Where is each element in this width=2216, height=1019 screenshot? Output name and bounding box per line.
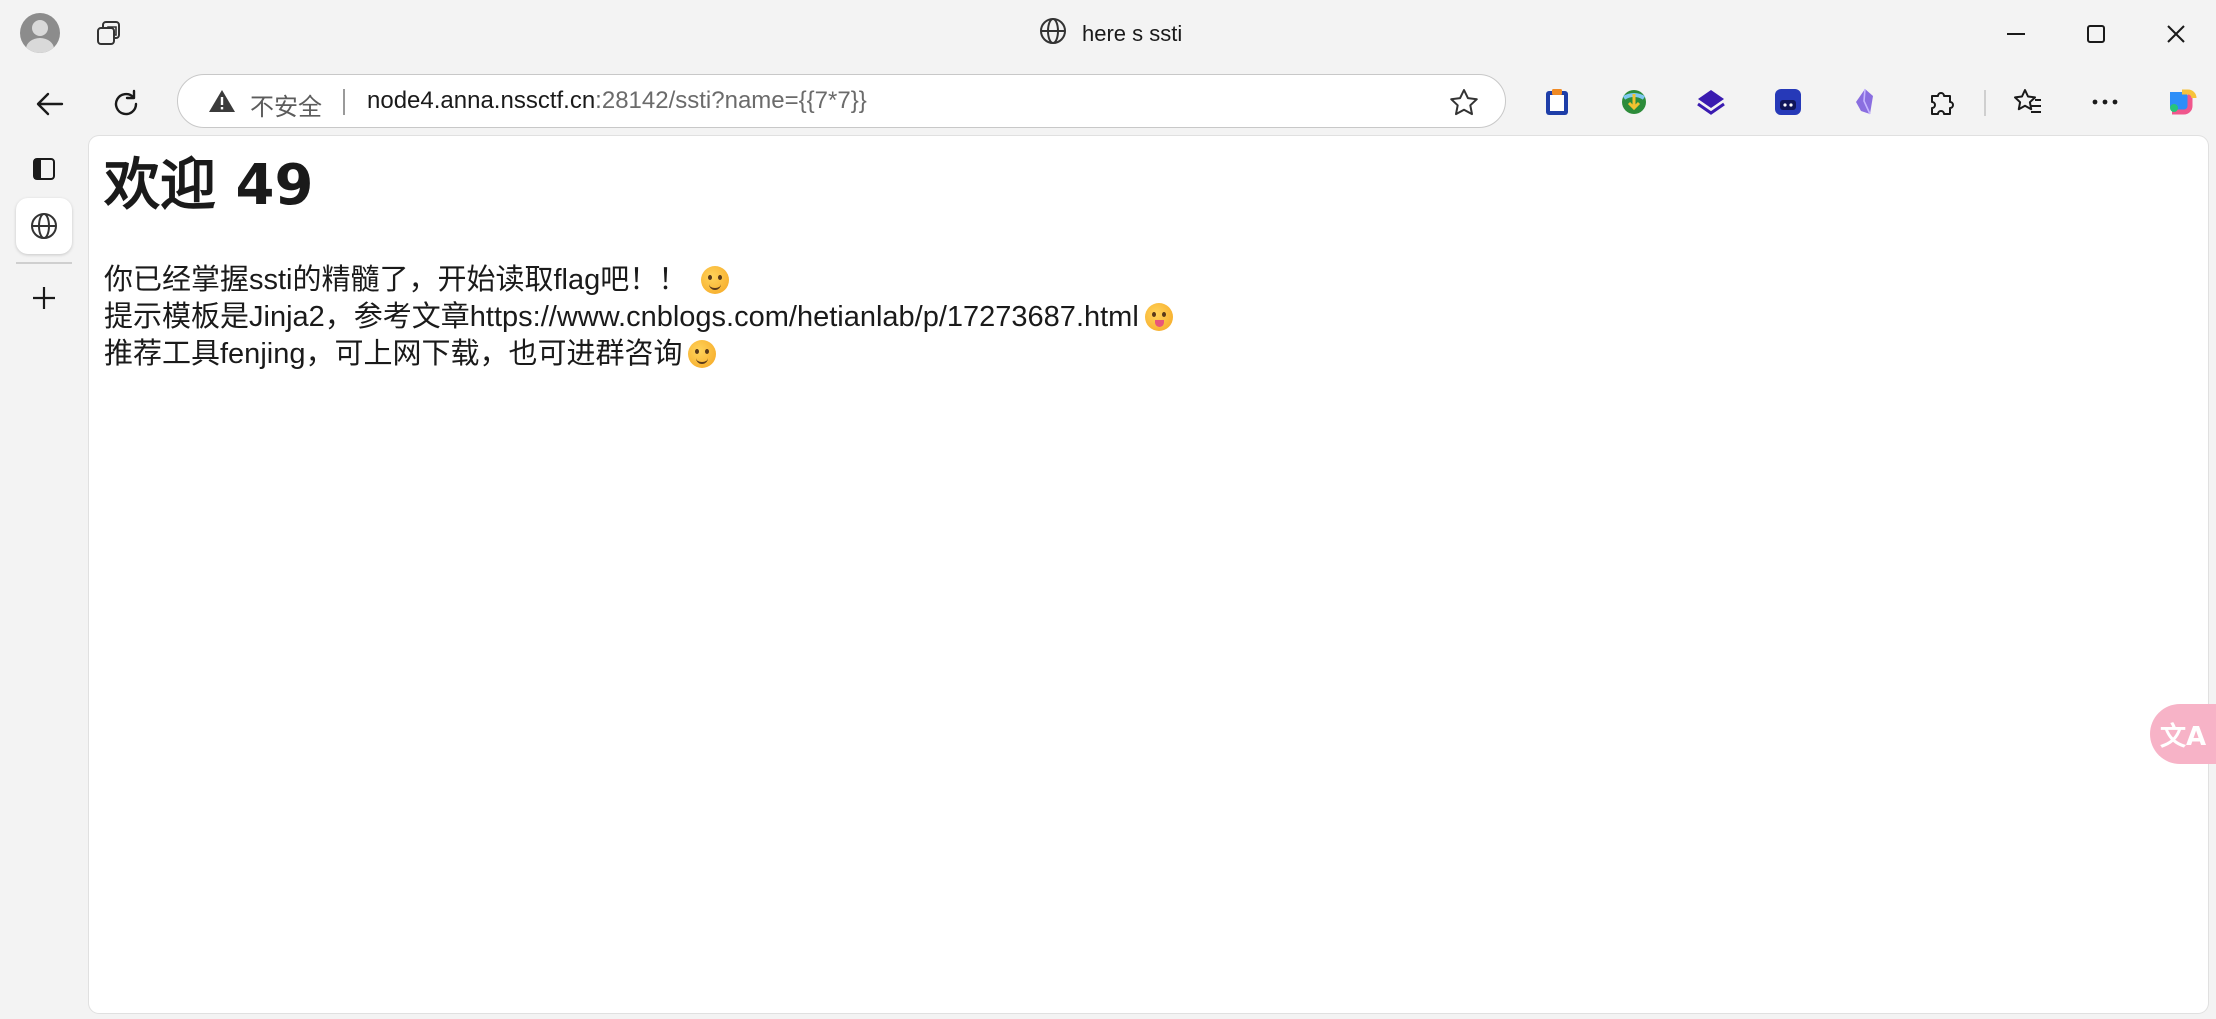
puzzle-icon[interactable] <box>1922 82 1962 122</box>
message-line-3: 推荐工具fenjing，可上网下载，也可进群咨询 <box>104 336 1173 373</box>
refresh-button[interactable] <box>102 80 150 128</box>
tab-actions-icon <box>33 158 55 180</box>
page-content: 欢迎 49 你已经掌握ssti的精髓了，开始读取flag吧！！ 提示模板是Jin… <box>104 154 1173 373</box>
back-button[interactable] <box>26 80 74 128</box>
back-arrow-icon <box>36 92 64 116</box>
winking-emoji-icon <box>688 340 717 368</box>
message-line-3-text: 推荐工具fenjing，可上网下载，也可进群咨询 <box>104 338 683 370</box>
vertical-tab-rail <box>0 136 88 1019</box>
vertical-tab-current[interactable] <box>16 198 72 254</box>
page-heading: 欢迎 49 <box>104 153 314 218</box>
url-host: node4.anna.nssctf.cn <box>367 87 596 114</box>
globe-icon <box>31 213 57 239</box>
zany-face-emoji-icon <box>1144 303 1173 331</box>
security-label[interactable]: 不安全 <box>250 87 322 122</box>
page-viewport: 欢迎 49 你已经掌握ssti的精髓了，开始读取flag吧！！ 提示模板是Jin… <box>89 136 2208 1013</box>
translate-icon: 文A <box>2159 721 2207 752</box>
tab-title-text: here s ssti <box>1082 21 1183 46</box>
address-separator <box>343 89 345 115</box>
url-text[interactable]: node4.anna.nssctf.cn:28142/ssti?name={{7… <box>367 87 867 115</box>
message-line-1: 你已经掌握ssti的精髓了，开始读取flag吧！！ <box>104 262 1173 299</box>
rail-divider <box>16 262 72 264</box>
message-line-2: 提示模板是Jinja2，参考文章https://www.cnblogs.com/… <box>104 299 1173 336</box>
more-icon[interactable] <box>2085 82 2125 122</box>
address-bar[interactable]: 不安全 node4.anna.nssctf.cn:28142/ssti?name… <box>177 74 1506 128</box>
globe-download-extension-icon[interactable] <box>1614 82 1654 122</box>
copilot-icon[interactable] <box>2160 82 2200 122</box>
workspaces-icon[interactable] <box>92 16 128 52</box>
warning-icon[interactable] <box>208 88 236 119</box>
refresh-icon <box>114 89 138 116</box>
active-tab[interactable]: here s ssti <box>1038 14 1182 54</box>
toolbar-separator <box>1984 90 1986 116</box>
message-line-1-text: 你已经掌握ssti的精髓了，开始读取flag吧！！ <box>104 264 688 296</box>
close-icon <box>2167 25 2185 43</box>
smiling-emoji-icon <box>701 266 730 294</box>
star-icon[interactable] <box>1448 87 1480 124</box>
favorites-icon[interactable] <box>2008 82 2048 122</box>
translate-button[interactable]: 文A <box>2150 704 2216 764</box>
crystal-extension-icon[interactable] <box>1845 82 1885 122</box>
minimize-button[interactable] <box>1986 10 2046 58</box>
minimize-icon <box>2007 33 2025 35</box>
message-lines: 你已经掌握ssti的精髓了，开始读取flag吧！！ 提示模板是Jinja2，参考… <box>104 262 1173 373</box>
clipboard-extension-icon[interactable] <box>1537 82 1577 122</box>
layers-extension-icon[interactable] <box>1691 82 1731 122</box>
new-tab-button[interactable] <box>16 270 72 326</box>
url-path: :28142/ssti?name={{7*7}} <box>595 87 867 114</box>
close-button[interactable] <box>2146 10 2206 58</box>
message-line-2-text: 提示模板是Jinja2，参考文章https://www.cnblogs.com/… <box>104 301 1139 333</box>
maximize-button[interactable] <box>2066 10 2126 58</box>
title-bar: here s ssti <box>0 0 2216 68</box>
globe-icon <box>1038 16 1068 52</box>
avatar[interactable] <box>20 13 60 53</box>
toolbar: 不安全 node4.anna.nssctf.cn:28142/ssti?name… <box>0 68 2216 136</box>
plus-icon <box>33 287 55 309</box>
game-extension-icon[interactable] <box>1768 82 1808 122</box>
tab-actions-button[interactable] <box>16 141 72 197</box>
maximize-icon <box>2087 25 2105 43</box>
